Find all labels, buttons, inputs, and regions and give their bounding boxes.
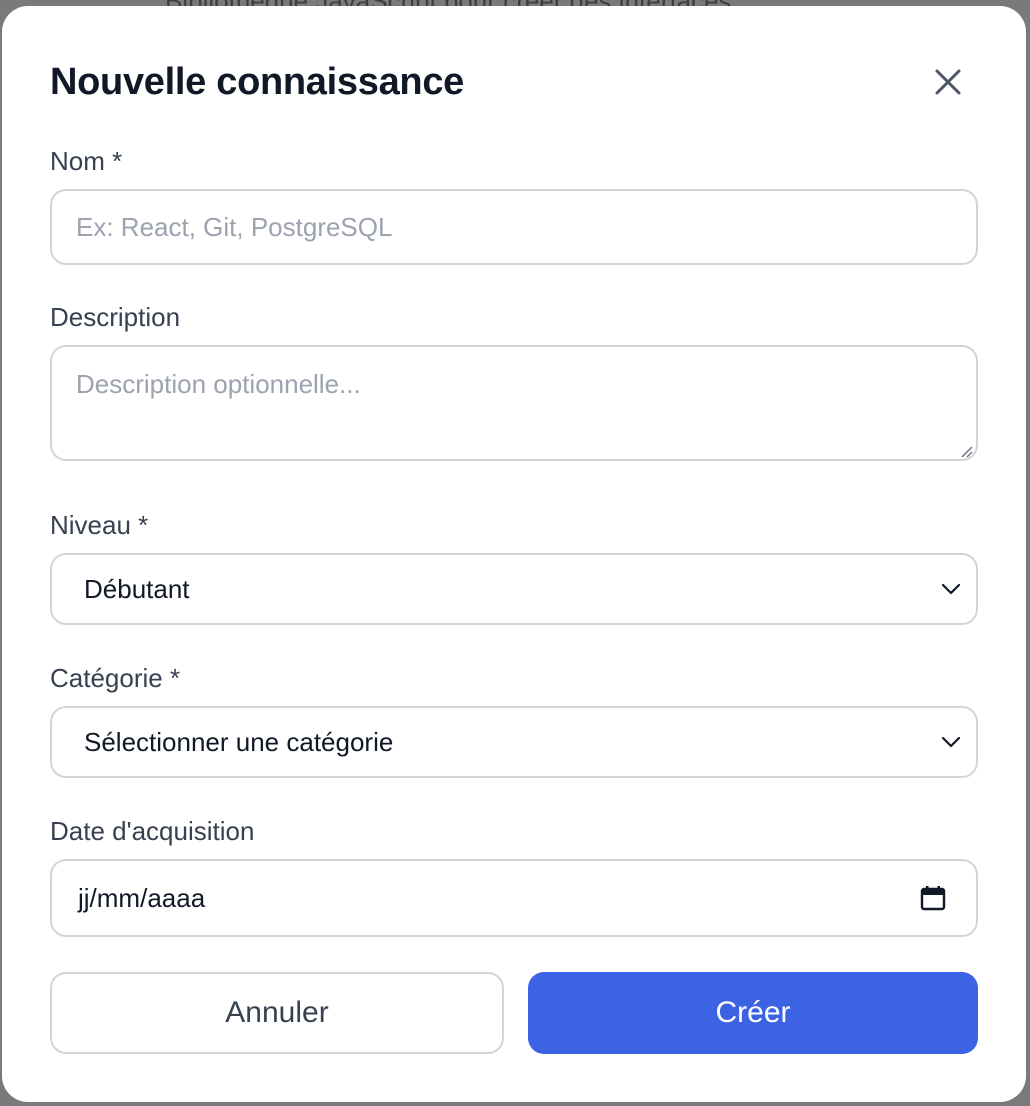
description-label: Description	[50, 302, 181, 332]
resize-grip-icon[interactable]	[959, 444, 973, 458]
acquisition-date-label: Date d'acquisition	[50, 816, 255, 846]
cancel-button[interactable]: Annuler	[50, 972, 504, 1054]
chevron-down-icon	[941, 583, 961, 595]
close-icon	[935, 69, 961, 95]
category-label: Catégorie *	[50, 663, 181, 693]
level-selected-value: Débutant	[84, 573, 190, 604]
acquisition-date-input[interactable]: jj/mm/aaaa	[50, 859, 978, 937]
category-select[interactable]: Sélectionner une catégorie	[50, 706, 978, 778]
category-selected-value: Sélectionner une catégorie	[84, 726, 394, 757]
name-label: Nom *	[50, 146, 123, 176]
description-textarea[interactable]	[50, 345, 978, 461]
name-input[interactable]	[50, 189, 978, 265]
level-label: Niveau *	[50, 510, 149, 540]
date-placeholder: jj/mm/aaaa	[78, 882, 206, 913]
new-knowledge-dialog: Nouvelle connaissance Nom * Description …	[2, 6, 1026, 1102]
chevron-down-icon	[941, 736, 961, 748]
level-select[interactable]: Débutant	[50, 553, 978, 625]
create-button[interactable]: Créer	[528, 972, 978, 1054]
dialog-title: Nouvelle connaissance	[50, 61, 464, 103]
close-button[interactable]	[928, 62, 968, 102]
calendar-icon[interactable]	[920, 885, 946, 911]
